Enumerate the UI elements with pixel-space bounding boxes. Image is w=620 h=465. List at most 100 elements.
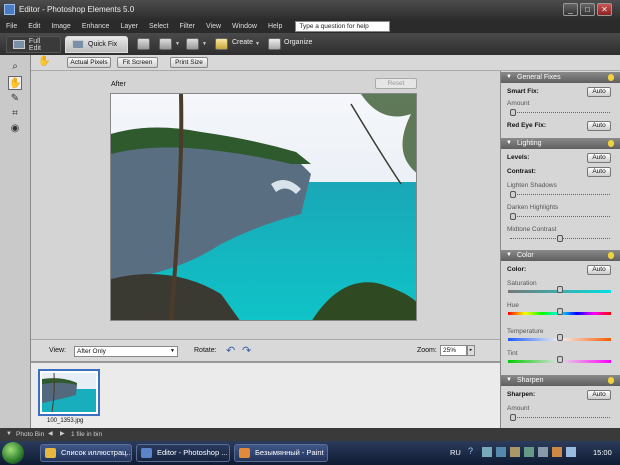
next-arrow-icon[interactable]: ▶ (60, 428, 65, 441)
create-dropdown-icon[interactable]: ▼ (255, 41, 260, 47)
print-size-button[interactable]: Print Size (170, 57, 208, 68)
red-eye-tool-icon[interactable]: ◉ (8, 122, 22, 136)
selection-brush-icon[interactable]: ✎ (8, 92, 22, 106)
zoom-input[interactable]: 25% (440, 345, 467, 356)
sharpen-header[interactable]: ▼ Sharpen (501, 375, 620, 386)
task-button-illustrations[interactable]: Список иллюстрац... (40, 444, 132, 462)
export-icon[interactable] (186, 38, 199, 50)
menu-edit[interactable]: Edit (28, 23, 40, 30)
tray-icon-4[interactable] (524, 447, 534, 457)
zoom-tool-icon[interactable]: ⌕ (8, 60, 22, 74)
slider-thumb[interactable] (556, 334, 563, 341)
hand-tool-icon[interactable]: ✋ (8, 76, 22, 90)
bin-thumbnail[interactable] (38, 369, 100, 416)
task-button-editor[interactable]: Editor - Photoshop ... (136, 444, 230, 462)
photo-bin-toggle-icon[interactable]: ▼ (6, 428, 12, 441)
volume-icon[interactable] (566, 447, 576, 457)
help-search-input[interactable]: Type a question for help (295, 20, 391, 32)
clock[interactable]: 15:00 (593, 448, 612, 457)
menu-help[interactable]: Help (268, 23, 282, 30)
red-eye-auto-button[interactable]: Auto (587, 121, 611, 131)
menu-layer[interactable]: Layer (120, 23, 138, 30)
tip-bulb-icon[interactable] (608, 74, 614, 81)
slider-thumb[interactable] (556, 356, 563, 363)
tip-bulb-icon[interactable] (608, 252, 614, 259)
tray-icon-5[interactable] (538, 447, 548, 457)
hand-icon[interactable]: ✋ (38, 56, 50, 67)
saturation-slider[interactable] (508, 286, 611, 293)
slider-thumb[interactable] (510, 414, 516, 421)
menu-filter[interactable]: Filter (179, 23, 195, 30)
midtone-contrast-slider[interactable] (510, 235, 610, 242)
general-fixes-header[interactable]: ▼ General Fixes (501, 72, 620, 83)
sharpen-auto-button[interactable]: Auto (587, 390, 611, 400)
menu-image[interactable]: Image (51, 23, 70, 30)
rotate-right-icon[interactable]: ↷ (242, 344, 251, 357)
hue-slider[interactable] (508, 308, 611, 315)
sharpen-amount-slider[interactable] (510, 414, 610, 421)
tray-icon-3[interactable] (510, 447, 520, 457)
darken-highlights-slider[interactable] (510, 213, 610, 220)
smart-fix-auto-button[interactable]: Auto (587, 87, 611, 97)
smart-fix-amount-slider[interactable] (510, 109, 610, 116)
tab-quick-fix[interactable]: Quick Fix (65, 36, 128, 53)
slider-thumb[interactable] (510, 213, 516, 220)
export-dropdown-icon[interactable]: ▼ (202, 41, 207, 47)
fit-screen-button[interactable]: Fit Screen (117, 57, 158, 68)
reset-button[interactable]: Reset (375, 78, 417, 89)
menu-view[interactable]: View (206, 23, 221, 30)
window-title: Editor - Photoshop Elements 5.0 (19, 5, 135, 14)
zoom-spinner-icon[interactable]: ▸ (467, 345, 475, 356)
menu-enhance[interactable]: Enhance (82, 23, 110, 30)
start-button[interactable] (2, 442, 24, 464)
task-button-paint[interactable]: Безымянный - Paint (234, 444, 328, 462)
crop-tool-icon[interactable]: ⌗ (8, 107, 22, 121)
organize-icon[interactable] (268, 38, 281, 50)
tab-quick-fix-label: Quick Fix (88, 41, 118, 48)
photo-bin-label[interactable]: Photo Bin (16, 428, 44, 441)
rotate-label: Rotate: (194, 347, 217, 354)
actual-pixels-button[interactable]: Actual Pixels (67, 57, 111, 68)
contrast-auto-button[interactable]: Auto (587, 167, 611, 177)
slider-thumb[interactable] (557, 235, 563, 242)
menu-window[interactable]: Window (232, 23, 257, 30)
lighting-header[interactable]: ▼ Lighting (501, 138, 620, 149)
tip-bulb-icon[interactable] (608, 140, 614, 147)
prev-arrow-icon[interactable]: ◀ (48, 428, 53, 441)
tint-slider[interactable] (508, 356, 611, 363)
photo-image[interactable] (110, 93, 417, 321)
tray-icon-2[interactable] (496, 447, 506, 457)
levels-auto-button[interactable]: Auto (587, 153, 611, 163)
paint-icon (239, 448, 250, 458)
color-auto-button[interactable]: Auto (587, 265, 611, 275)
maximize-button[interactable]: □ (580, 3, 595, 16)
tray-icon-1[interactable] (482, 447, 492, 457)
minimize-button[interactable]: _ (563, 3, 578, 16)
slider-thumb[interactable] (556, 308, 563, 315)
language-indicator[interactable]: RU (450, 448, 461, 457)
create-button[interactable]: Create (232, 39, 253, 46)
general-fixes-title: General Fixes (517, 74, 561, 81)
share-dropdown-icon[interactable]: ▼ (175, 41, 180, 47)
close-button[interactable]: ✕ (597, 3, 612, 16)
print-icon[interactable] (137, 38, 150, 50)
view-select[interactable]: After Only ▼ (74, 346, 178, 357)
rotate-left-icon[interactable]: ↶ (226, 344, 235, 357)
temperature-slider[interactable] (508, 334, 611, 341)
slider-thumb[interactable] (510, 109, 516, 116)
zoom-label: Zoom: (417, 347, 437, 354)
organize-button[interactable]: Organize (284, 39, 312, 46)
lighten-shadows-slider[interactable] (510, 191, 610, 198)
slider-thumb[interactable] (510, 191, 516, 198)
slider-thumb[interactable] (556, 286, 563, 293)
menu-select[interactable]: Select (149, 23, 168, 30)
color-header[interactable]: ▼ Color (501, 250, 620, 261)
create-icon[interactable] (215, 38, 228, 50)
tab-full-edit[interactable]: Full Edit (6, 36, 61, 53)
tray-icon-6[interactable] (552, 447, 562, 457)
share-icon[interactable] (159, 38, 172, 50)
help-tray-icon[interactable]: ? (468, 446, 473, 456)
tip-bulb-icon[interactable] (608, 377, 614, 384)
menu-file[interactable]: File (6, 23, 17, 30)
task-label: Список иллюстрац... (61, 448, 132, 457)
